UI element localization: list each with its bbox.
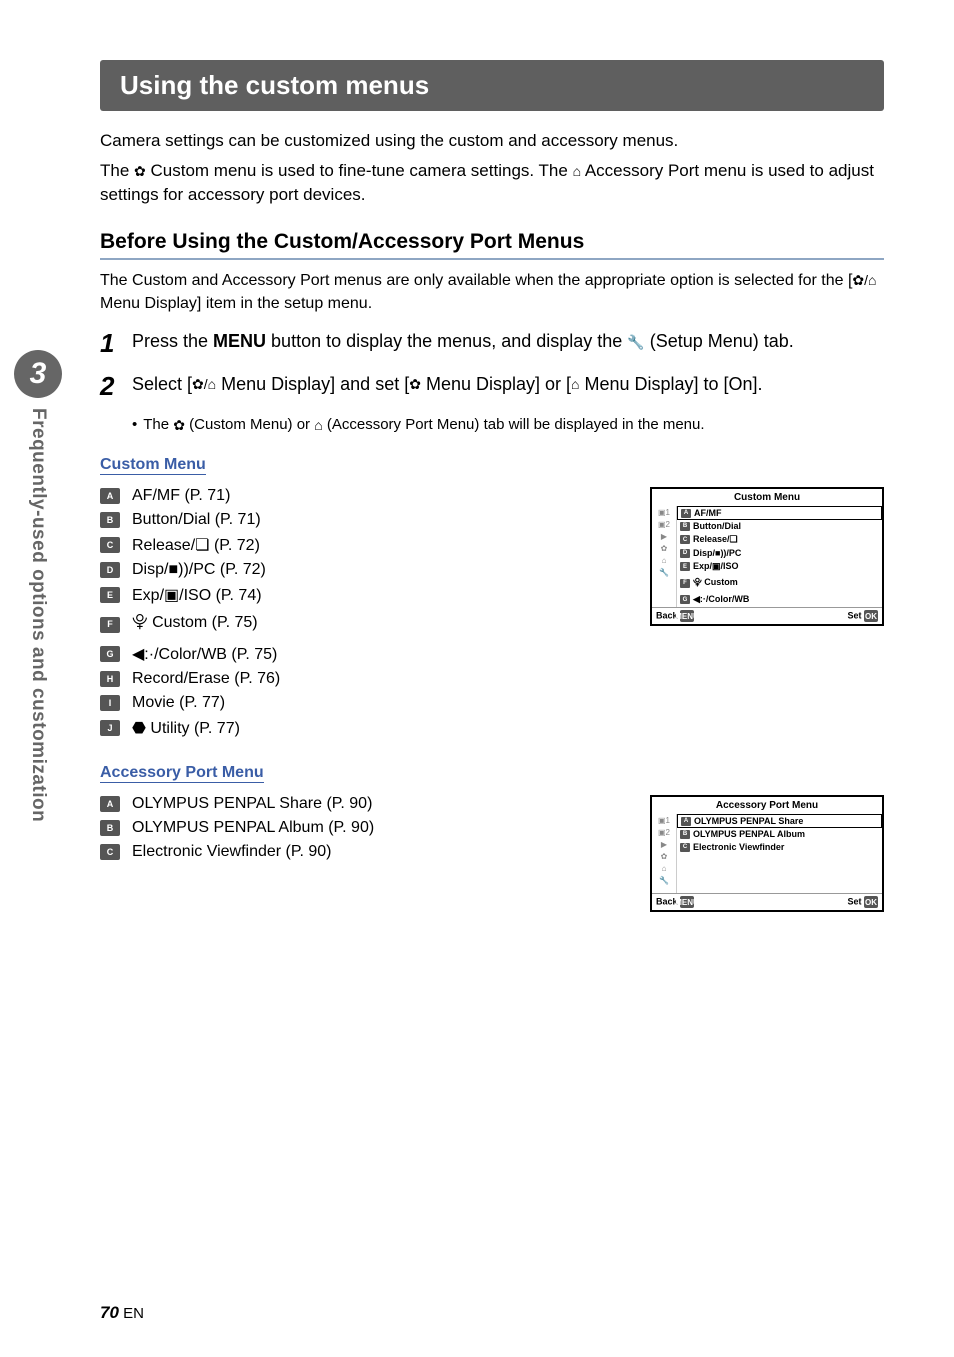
gear-icon: ✿ (173, 415, 185, 435)
before-note: The Custom and Accessory Port menus are … (100, 270, 884, 315)
step-2: 2 Select [✿/⌂ Menu Display] and set [✿ M… (100, 372, 884, 401)
camera1-tab-icon: ▣1 (652, 814, 676, 826)
table-row: BOLYMPUS PENPAL Album (677, 828, 882, 841)
side-chapter-tab: 3 Frequently-used options and customizat… (14, 350, 62, 870)
gear-tab-icon: ✿ (652, 542, 676, 554)
step-number: 1 (100, 329, 132, 358)
list-item: AAF/MF (P. 71) (100, 487, 620, 505)
tab-icon-b: B (100, 820, 120, 836)
intro-p1: Camera settings can be customized using … (100, 129, 884, 153)
accessory-menu-label: Accessory Port Menu (100, 764, 264, 783)
list-item: EExp/▣/ISO (P. 74) (100, 585, 620, 605)
step-number: 2 (100, 372, 132, 401)
list-item: BOLYMPUS PENPAL Album (P. 90) (100, 819, 620, 837)
menu-button-label: MENU (213, 331, 266, 351)
intro-p2: The ✿ Custom menu is used to fine-tune c… (100, 159, 884, 207)
screenshot-side-tabs: ▣1 ▣2 ▶ ✿ ⌂ 🔧 (652, 814, 676, 893)
intro-text: Camera settings can be customized using … (100, 129, 884, 206)
wrench-icon: 🔧 (627, 333, 644, 353)
tab-icon-i: I (100, 695, 120, 711)
tab-icon-d: D (100, 562, 120, 578)
chapter-title: Frequently-used options and customizatio… (27, 408, 49, 822)
list-item: G◀:·/Color/WB (P. 75) (100, 644, 620, 664)
tab-icon-c: C (100, 537, 120, 553)
step-1: 1 Press the MENU button to display the m… (100, 329, 884, 358)
table-row: F⯓ Custom (677, 574, 882, 593)
tab-icon-a: A (100, 796, 120, 812)
camera2-tab-icon: ▣2 (652, 518, 676, 530)
page-footer: 70 EN (100, 1303, 144, 1323)
table-row: AOLYMPUS PENPAL Share (677, 814, 882, 828)
list-item: IMovie (P. 77) (100, 694, 620, 712)
list-item: CRelease/❏ (P. 72) (100, 535, 620, 555)
gear-port-icon: ✿/⌂ (852, 271, 876, 291)
screenshot-title: Accessory Port Menu (652, 797, 882, 814)
tab-icon-b: B (100, 512, 120, 528)
port-tab-icon: ⌂ (652, 554, 676, 566)
ok-key-icon: OK (864, 896, 878, 908)
step-2-bullet: • The ✿ (Custom Menu) or ⌂ (Accessory Po… (132, 414, 884, 436)
accessory-port-icon: ⌂ (573, 162, 581, 182)
table-row: G◀:·/Color/WB (677, 593, 882, 607)
table-row: CElectronic Viewfinder (677, 841, 882, 854)
wrench-tab-icon: 🔧 (652, 566, 676, 578)
table-row (677, 854, 882, 867)
accessory-menu-list: AOLYMPUS PENPAL Share (P. 90) BOLYMPUS P… (100, 795, 620, 867)
camera2-tab-icon: ▣2 (652, 826, 676, 838)
tab-icon-j: J (100, 720, 120, 736)
wrench-tab-icon: 🔧 (652, 874, 676, 886)
chapter-number: 3 (14, 350, 62, 398)
list-item: DDisp/■))/PC (P. 72) (100, 561, 620, 579)
list-item: BButton/Dial (P. 71) (100, 511, 620, 529)
tab-icon-a: A (100, 488, 120, 504)
menu-key-icon: MENU (680, 610, 694, 622)
play-tab-icon: ▶ (652, 838, 676, 850)
table-row: CRelease/❏ (677, 533, 882, 547)
play-tab-icon: ▶ (652, 530, 676, 542)
gear-port-icon: ✿/⌂ (192, 375, 216, 395)
screenshot-title: Custom Menu (652, 489, 882, 506)
gear-icon: ✿ (134, 162, 146, 182)
list-item: F⯓ Custom (P. 75) (100, 611, 620, 638)
table-row: EExp/▣/ISO (677, 560, 882, 574)
ok-key-icon: OK (864, 610, 878, 622)
list-item: HRecord/Erase (P. 76) (100, 670, 620, 688)
custom-menu-label: Custom Menu (100, 456, 206, 475)
menu-key-icon: MENU (680, 896, 694, 908)
tab-icon-c: C (100, 844, 120, 860)
screenshot-side-tabs: ▣1 ▣2 ▶ ✿ ⌂ 🔧 (652, 506, 676, 607)
gear-tab-icon: ✿ (652, 850, 676, 862)
custom-menu-list: AAF/MF (P. 71) BButton/Dial (P. 71) CRel… (100, 487, 620, 744)
table-row: DDisp/■))/PC (677, 547, 882, 560)
tab-icon-f: F (100, 617, 120, 633)
page-number: 70 (100, 1303, 119, 1322)
tab-icon-g: G (100, 646, 120, 662)
tab-icon-e: E (100, 587, 120, 603)
table-row (677, 880, 882, 893)
port-tab-icon: ⌂ (652, 862, 676, 874)
table-row: BButton/Dial (677, 520, 882, 533)
set-label: Set (847, 896, 861, 906)
page-lang: EN (123, 1305, 144, 1322)
before-heading: Before Using the Custom/Accessory Port M… (100, 230, 884, 260)
accessory-menu-screenshot: Accessory Port Menu ▣1 ▣2 ▶ ✿ ⌂ 🔧 AOLYMP… (650, 795, 884, 912)
page-title: Using the custom menus (100, 60, 884, 111)
table-row (677, 867, 882, 880)
set-label: Set (847, 610, 861, 620)
accessory-port-icon: ⌂ (314, 415, 322, 435)
camera1-tab-icon: ▣1 (652, 506, 676, 518)
list-item: AOLYMPUS PENPAL Share (P. 90) (100, 795, 620, 813)
table-row: AAF/MF (677, 506, 882, 520)
list-item: J⬣ Utility (P. 77) (100, 718, 620, 738)
custom-menu-screenshot: Custom Menu ▣1 ▣2 ▶ ✿ ⌂ 🔧 AAF/MF BButton… (650, 487, 884, 626)
list-item: CElectronic Viewfinder (P. 90) (100, 843, 620, 861)
tab-icon-h: H (100, 671, 120, 687)
gear-icon: ✿ (409, 375, 421, 395)
